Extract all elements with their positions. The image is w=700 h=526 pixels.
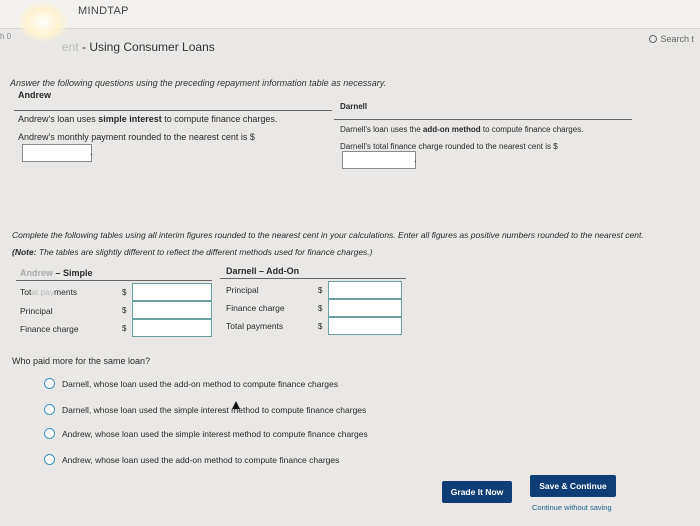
radio-icon[interactable] <box>44 454 55 465</box>
addon-finance-charge-input[interactable] <box>328 299 402 317</box>
option-label: Andrew, whose loan used the simple inter… <box>62 428 368 439</box>
addon-total-payments-input[interactable] <box>328 317 402 335</box>
simple-table-rule <box>16 280 212 281</box>
table-instructions-text: Complete the following tables using all … <box>12 230 644 240</box>
darnell-line1-bold: add-on method <box>422 125 481 134</box>
simple-row0-a: Tot <box>20 287 32 297</box>
addon-table-heading: Darnell – Add-On <box>226 266 300 276</box>
simple-heading-faded: Andrew <box>20 268 54 278</box>
page-title: ent - Using Consumer Loans <box>62 40 215 54</box>
simple-row2-label: Finance charge <box>20 324 79 334</box>
addon-row0-currency: $ <box>318 286 323 295</box>
sidebar-fragment: h 0 <box>0 32 12 41</box>
addon-row2-currency: $ <box>318 322 323 331</box>
top-bar: MINDTAP <box>0 0 700 29</box>
simple-row0-faded: al pay <box>31 287 55 297</box>
radio-icon[interactable] <box>44 378 55 389</box>
brand-logo: MINDTAP <box>78 5 129 17</box>
option-label: Darnell, whose loan used the simple inte… <box>62 404 367 415</box>
search-icon <box>649 35 658 43</box>
simple-table-heading: Andrew – Simple <box>20 268 93 278</box>
addon-row1-label: Finance charge <box>226 303 285 313</box>
radio-icon[interactable] <box>44 404 55 415</box>
simple-heading-text: – Simple <box>53 268 93 278</box>
continue-without-saving-link[interactable]: Continue without saving <box>532 503 612 512</box>
darnell-line1: Darnell's loan uses the add-on method to… <box>340 125 583 134</box>
addon-row0-label: Principal <box>226 285 259 295</box>
darnell-rule <box>334 119 632 120</box>
andrew-line1-b: to compute finance charges. <box>161 114 278 124</box>
note-text: The tables are slightly different to ref… <box>36 247 373 257</box>
darnell-line1-a: Darnell's loan uses the <box>340 125 423 134</box>
instructions: Answer the following questions using the… <box>10 78 387 88</box>
darnell-line2: Darnell's total finance charge rounded t… <box>340 142 558 151</box>
radio-icon[interactable] <box>44 428 55 439</box>
option-andrew-simple[interactable]: Andrew, whose loan used the simple inter… <box>44 428 368 439</box>
addon-row2-label: Total payments <box>226 321 284 331</box>
page-title-text: - Using Consumer Loans <box>78 40 215 54</box>
darnell-heading: Darnell <box>340 102 368 111</box>
option-label: Andrew, whose loan used the add-on metho… <box>62 454 340 465</box>
page-title-faded: ent <box>62 40 79 54</box>
question-prompt: Who paid more for the same loan? <box>12 356 151 366</box>
andrew-line1: Andrew's loan uses simple interest to co… <box>18 114 277 124</box>
simple-row0-currency: $ <box>122 288 127 297</box>
option-darnell-add-on[interactable]: Darnell, whose loan used the add-on meth… <box>44 378 338 389</box>
save-continue-button[interactable]: Save & Continue <box>530 475 616 497</box>
andrew-line2: Andrew's monthly payment rounded to the … <box>18 132 255 142</box>
grade-it-now-button[interactable]: Grade It Now <box>442 481 512 503</box>
note-label: (Note: <box>12 247 37 257</box>
darnell-finance-charge-input[interactable] <box>342 151 416 169</box>
addon-row1-currency: $ <box>318 304 323 313</box>
option-darnell-simple[interactable]: Darnell, whose loan used the simple inte… <box>44 404 366 415</box>
darnell-line1-b: to compute finance charges. <box>480 125 584 134</box>
andrew-rule <box>14 110 332 111</box>
option-label: Darnell, whose loan used the add-on meth… <box>62 378 338 389</box>
andrew-line1-a: Andrew's loan uses <box>18 114 99 124</box>
option-andrew-add-on[interactable]: Andrew, whose loan used the add-on metho… <box>44 454 339 465</box>
simple-row-total-payments-label: Total payments <box>20 287 77 297</box>
simple-principal-input[interactable] <box>132 301 212 319</box>
simple-row1-label: Principal <box>20 306 53 316</box>
search-label: Search t <box>660 34 694 44</box>
addon-principal-input[interactable] <box>328 281 402 299</box>
andrew-heading: Andrew <box>18 90 52 100</box>
simple-row1-currency: $ <box>122 306 127 315</box>
camera-glare <box>18 2 68 42</box>
mouse-cursor-icon <box>232 401 240 409</box>
table-instructions: Complete the following tables using all … <box>12 227 652 261</box>
simple-total-payments-input[interactable] <box>132 283 212 301</box>
andrew-monthly-payment-input[interactable] <box>22 144 92 162</box>
andrew-line1-bold: simple interest <box>98 114 162 124</box>
simple-row2-currency: $ <box>122 324 127 333</box>
addon-table-rule <box>220 278 406 279</box>
simple-finance-charge-input[interactable] <box>132 319 212 337</box>
search-button[interactable]: Search t <box>649 34 694 44</box>
andrew-period: . <box>90 147 93 158</box>
darnell-period: . <box>414 154 417 165</box>
simple-row0-b: ments <box>54 287 78 297</box>
